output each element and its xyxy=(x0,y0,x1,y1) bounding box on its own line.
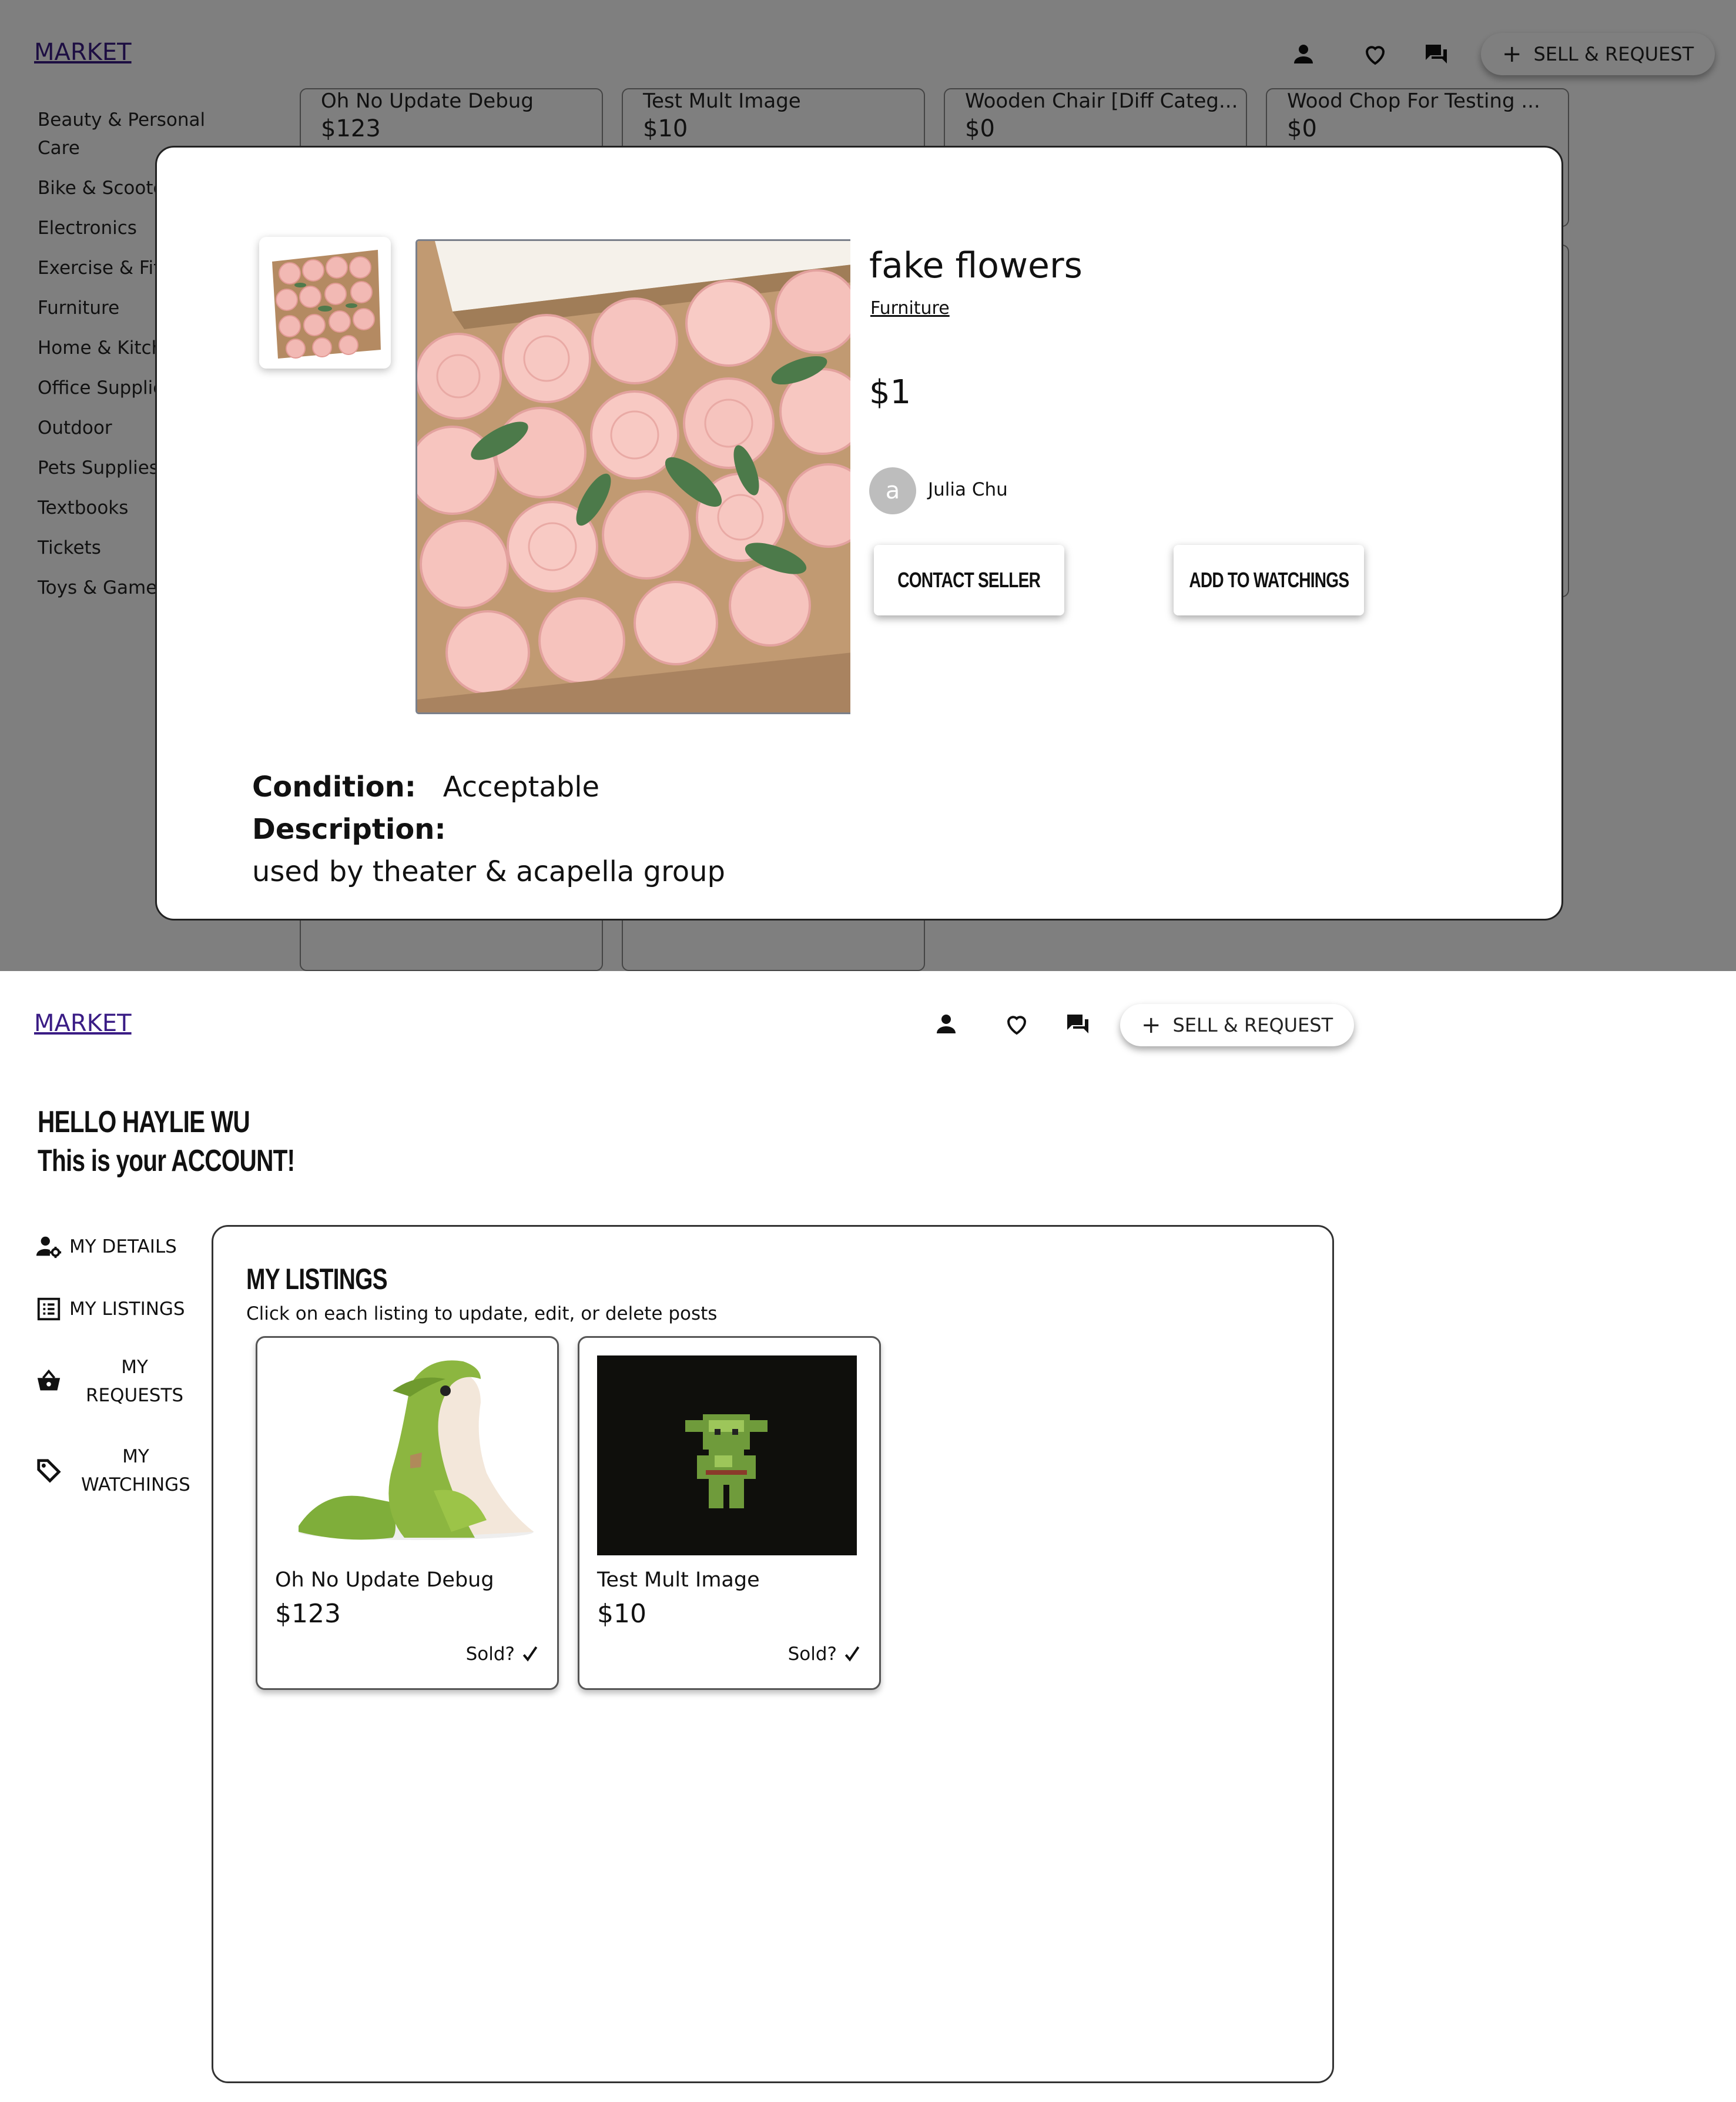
sell-request-label: SELL & REQUEST xyxy=(1172,1014,1333,1036)
condition-row: Condition: Acceptable xyxy=(252,771,599,804)
checkmark-icon xyxy=(522,1646,538,1662)
account-navbar: MARKET + SELL & REQUEST xyxy=(0,971,1736,1082)
add-to-watchings-button[interactable]: ADD TO WATCHINGS xyxy=(1174,545,1364,615)
plush-dinosaur-image xyxy=(275,1355,535,1555)
sidebar-item-label: MY xyxy=(122,1446,149,1467)
sold-label: Sold? xyxy=(787,1644,837,1665)
listing-price: $10 xyxy=(597,1599,646,1629)
sold-label: Sold? xyxy=(465,1644,515,1665)
product-title: fake flowers xyxy=(869,245,1083,286)
listing-image xyxy=(597,1355,857,1555)
flowers-main-image xyxy=(417,241,850,712)
sidebar-item-my-requests[interactable]: MY REQUESTS xyxy=(35,1353,183,1410)
greeting-subtitle: This is your ACCOUNT! xyxy=(38,1144,295,1178)
sold-toggle[interactable]: Sold? xyxy=(788,1644,862,1665)
sold-toggle[interactable]: Sold? xyxy=(466,1644,539,1665)
market-browse-screen: MARKET + SELL & REQUEST Beauty & Persona… xyxy=(0,0,1736,971)
sidebar-item-my-listings[interactable]: MY LISTINGS xyxy=(35,1296,185,1323)
listing-title: Oh No Update Debug xyxy=(275,1568,494,1592)
sidebar-item-label: MY xyxy=(121,1357,148,1378)
sidebar-item-label: WATCHINGS xyxy=(81,1474,190,1495)
flowers-thumbnail-image xyxy=(266,244,384,362)
sidebar-item-my-details[interactable]: MY DETAILS xyxy=(35,1233,177,1260)
product-main-image[interactable] xyxy=(415,239,850,714)
plus-icon: + xyxy=(1141,1012,1161,1039)
my-listings-panel: MY LISTINGS Click on each listing to upd… xyxy=(212,1225,1334,2083)
listing-title: Test Mult Image xyxy=(597,1568,760,1592)
product-price: $1 xyxy=(869,373,911,411)
heart-icon[interactable] xyxy=(1000,1008,1033,1040)
sidebar-item-label: MY DETAILS xyxy=(69,1236,177,1257)
my-listing-card[interactable]: Test Mult Image $10 Sold? xyxy=(578,1336,881,1690)
account-icon[interactable] xyxy=(930,1008,963,1040)
product-thumbnail[interactable] xyxy=(259,237,391,369)
contact-seller-label: CONTACT SELLER xyxy=(897,568,1041,592)
panel-title: MY LISTINGS xyxy=(246,1263,388,1296)
product-category-link[interactable]: Furniture xyxy=(870,298,950,319)
sell-request-button[interactable]: + SELL & REQUEST xyxy=(1120,1004,1355,1046)
listing-price: $123 xyxy=(275,1599,341,1629)
condition-value: Acceptable xyxy=(443,771,600,804)
sidebar-item-label: MY LISTINGS xyxy=(69,1298,185,1320)
add-to-watchings-label: ADD TO WATCHINGS xyxy=(1189,568,1349,592)
user-gear-icon xyxy=(36,1236,62,1258)
seller-avatar: a xyxy=(869,467,916,514)
market-logo-link[interactable]: MARKET xyxy=(34,1010,132,1037)
my-listing-card[interactable]: Oh No Update Debug $123 Sold? xyxy=(256,1336,559,1690)
seller-name: Julia Chu xyxy=(928,479,1008,500)
condition-label: Condition: xyxy=(252,771,416,804)
sidebar-item-my-watchings[interactable]: MY WATCHINGS xyxy=(35,1442,190,1499)
listing-detail-modal: fake flowers Furniture $1 a Julia Chu CO… xyxy=(155,146,1563,921)
sidebar-item-label: REQUESTS xyxy=(86,1385,184,1406)
panel-subtitle: Click on each listing to update, edit, o… xyxy=(246,1303,718,1324)
account-greeting: HELLO HAYLIE WU This is your ACCOUNT! xyxy=(38,1103,367,1180)
basket-icon xyxy=(37,1369,61,1391)
checkmark-icon xyxy=(844,1646,860,1662)
description-label: Description: xyxy=(252,813,446,846)
tag-icon xyxy=(37,1459,61,1483)
account-screen: MARKET + SELL & REQUEST HELLO HAYLIE WU … xyxy=(0,971,1736,2102)
chat-icon[interactable] xyxy=(1061,1008,1094,1040)
contact-seller-button[interactable]: CONTACT SELLER xyxy=(874,545,1064,615)
listing-image xyxy=(275,1355,535,1555)
description-value: used by theater & acapella group xyxy=(252,855,726,888)
pixel-goblin-image xyxy=(597,1355,857,1555)
greeting-name: HELLO HAYLIE WU xyxy=(38,1105,250,1139)
list-icon xyxy=(37,1297,61,1321)
